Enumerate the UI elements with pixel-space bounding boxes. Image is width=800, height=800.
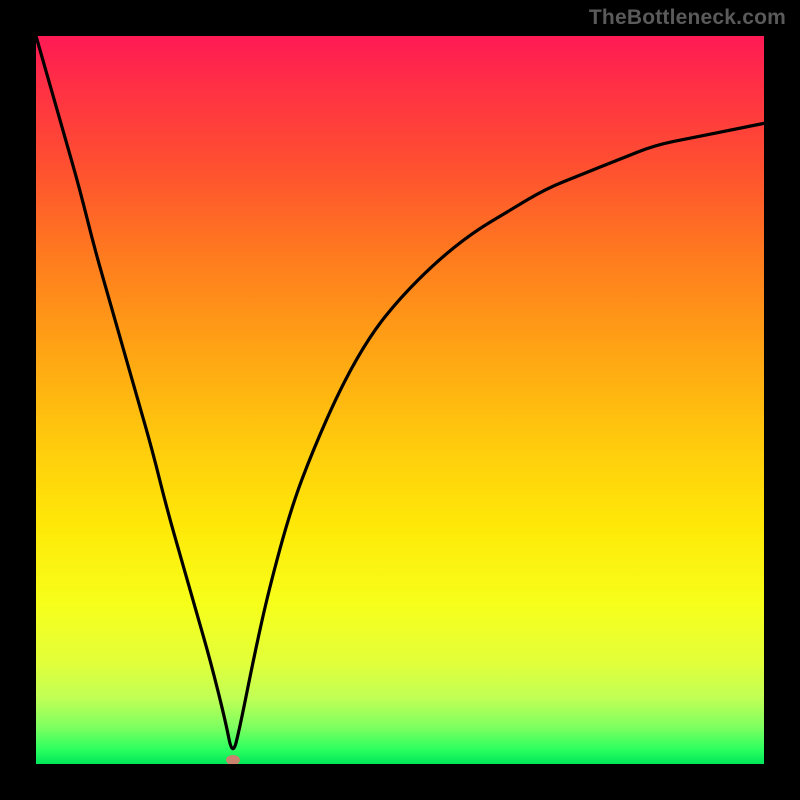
plot-area bbox=[36, 36, 764, 764]
bottleneck-curve bbox=[36, 36, 764, 749]
bottleneck-curve-svg bbox=[36, 36, 764, 764]
chart-frame: TheBottleneck.com bbox=[0, 0, 800, 800]
optimum-marker bbox=[226, 755, 240, 764]
attribution-text: TheBottleneck.com bbox=[589, 6, 786, 30]
